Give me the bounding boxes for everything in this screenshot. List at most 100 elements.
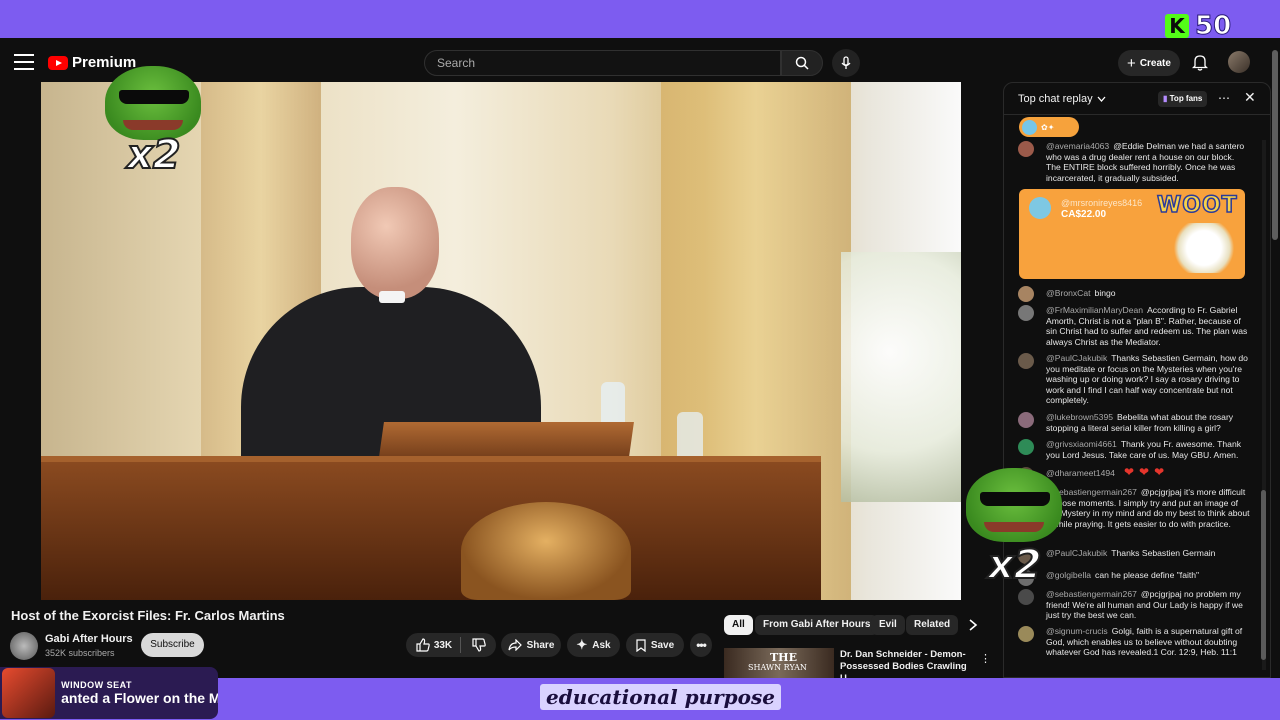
kick-badge: K 50: [1165, 11, 1265, 42]
ask-button[interactable]: ✦ Ask: [567, 633, 620, 657]
share-arrow-icon: [507, 639, 522, 651]
superchat-avatar: [1029, 197, 1051, 219]
more-vertical-icon[interactable]: ⋮: [980, 652, 991, 665]
like-count: 33K: [433, 639, 453, 651]
message-text: can he please define "faith": [1095, 570, 1200, 580]
chat-message: @avemaria4063 @Eddie Delman we had a sant…: [1018, 141, 1250, 183]
microphone-icon: [841, 56, 851, 69]
search-button[interactable]: [781, 50, 823, 76]
superchat-sticker: [1169, 223, 1239, 273]
chat-message: @BronxCat bingo: [1018, 286, 1250, 302]
ticker-avatar: [1022, 119, 1037, 135]
message-text: Thanks Sebastien Germain: [1111, 548, 1216, 558]
chat-message: @lukebrown5395 Bebelita what about the ro…: [1018, 412, 1250, 433]
message-author[interactable]: @avemaria4063: [1046, 141, 1109, 151]
plus-icon: +: [1127, 54, 1136, 72]
share-button[interactable]: Share: [501, 633, 561, 657]
filter-chip-related[interactable]: Related: [906, 615, 959, 635]
filter-chip-from-channel[interactable]: From Gabi After Hours: [755, 615, 879, 635]
live-chat-panel: Top chat replay ▮ Top fans ⋯ ✕ ✿✦ @avema…: [1003, 82, 1271, 678]
superchat-sticker-text: WOOT: [1156, 192, 1238, 219]
more-actions-button[interactable]: •••: [690, 633, 712, 657]
save-label: Save: [650, 639, 675, 651]
pepe-emote-right: x2: [966, 468, 1066, 589]
video-title: Host of the Exorcist Files: Fr. Carlos M…: [11, 608, 285, 623]
now-playing-artist: WINDOW SEAT: [61, 680, 132, 690]
eagle-carving: [461, 502, 631, 600]
save-button[interactable]: Save: [626, 633, 684, 657]
ticker-emote-icon: ✿✦: [1041, 122, 1055, 132]
thumbs-down-icon[interactable]: [472, 638, 486, 652]
sparkle-icon: ✦: [576, 637, 588, 652]
chart-icon: ▮: [1163, 94, 1168, 103]
notifications-bell-icon[interactable]: [1192, 53, 1208, 71]
ask-label: Ask: [592, 639, 611, 651]
filter-chip-all[interactable]: All: [724, 615, 753, 635]
heart-emoji-icon: ❤: [1139, 465, 1150, 479]
heart-emoji-icon: ❤: [1154, 465, 1165, 479]
superchat-ticker[interactable]: ✿✦: [1019, 117, 1079, 137]
stream-overlay-top-bar: [0, 0, 1280, 38]
superchat-author[interactable]: @mrsronireyes8416: [1061, 198, 1142, 208]
chat-more-icon[interactable]: ⋯: [1218, 91, 1230, 105]
chat-mode-dropdown[interactable]: Top chat replay: [1018, 93, 1106, 105]
kick-logo-icon: K: [1165, 14, 1189, 38]
pepe-emote-left: x2: [105, 66, 205, 186]
album-art: [2, 668, 56, 718]
thumbnail-subtext: SHAWN RYAN: [748, 663, 807, 672]
user-avatar: [1018, 353, 1034, 369]
superchat-card: @mrsronireyes8416 CA$22.00 WOOT: [1019, 189, 1245, 279]
message-author[interactable]: @sebastiengermain267: [1046, 589, 1137, 599]
account-avatar[interactable]: [1228, 51, 1250, 73]
message-author[interactable]: @signum-crucis: [1046, 626, 1108, 636]
now-playing-title: anted a Flower on the M: [61, 690, 218, 706]
overlay-caption: educational purpose: [540, 684, 781, 710]
user-avatar: [1018, 141, 1034, 157]
superchat-amount: CA$22.00: [1061, 209, 1107, 220]
user-avatar: [1018, 286, 1034, 302]
channel-avatar[interactable]: [10, 632, 38, 660]
search-icon: [795, 56, 809, 70]
filter-chip-evil[interactable]: Evil: [871, 615, 905, 635]
screen: K 50 Premium Search + Create x2 Host of …: [0, 0, 1280, 720]
message-text: bingo: [1094, 288, 1116, 298]
message-author[interactable]: @lukebrown5395: [1046, 412, 1113, 422]
close-icon[interactable]: ✕: [1244, 89, 1256, 106]
chat-message: @signum-crucis Golgi, faith is a supernat…: [1018, 626, 1250, 658]
bookmark-icon: [636, 638, 646, 652]
subscribe-button[interactable]: Subscribe: [141, 633, 204, 657]
share-label: Share: [526, 639, 555, 651]
chat-scrollbar-thumb[interactable]: [1261, 490, 1266, 660]
search-input[interactable]: Search: [424, 50, 781, 76]
like-button[interactable]: 33K: [416, 637, 462, 653]
hamburger-menu-icon[interactable]: [14, 54, 34, 70]
voice-search-button[interactable]: [832, 49, 860, 77]
top-fans-button[interactable]: ▮ Top fans: [1158, 91, 1208, 107]
chat-message: @grivsxiaomi4661 Thank you Fr. awesome. T…: [1018, 439, 1250, 460]
chat-title: Top chat replay: [1018, 93, 1093, 105]
chevron-down-icon: [1097, 96, 1106, 102]
channel-name[interactable]: Gabi After Hours: [45, 633, 133, 645]
user-avatar: [1018, 305, 1034, 321]
user-avatar: [1018, 589, 1034, 605]
message-author[interactable]: @grivsxiaomi4661: [1046, 439, 1117, 449]
like-dislike-group: 33K: [406, 633, 496, 657]
message-author[interactable]: @PaulCJakubik: [1046, 353, 1107, 363]
create-button[interactable]: + Create: [1118, 50, 1180, 76]
pulpit: [41, 462, 821, 600]
more-horizontal-icon: •••: [696, 638, 707, 652]
emote-multiplier: x2: [987, 541, 1043, 589]
message-author[interactable]: @FrMaximilianMaryDean: [1046, 305, 1143, 315]
user-avatar: [1018, 412, 1034, 428]
chat-message: @FrMaximilianMaryDean According to Fr. Ga…: [1018, 305, 1250, 347]
user-avatar: [1018, 439, 1034, 455]
chat-header: Top chat replay ▮ Top fans ⋯ ✕: [1004, 83, 1270, 115]
heart-emoji-icon: ❤: [1123, 465, 1134, 479]
now-playing-card: WINDOW SEAT anted a Flower on the M: [0, 667, 218, 719]
kick-count: 50: [1194, 11, 1232, 42]
chevron-right-icon[interactable]: [968, 618, 978, 632]
sunglasses-icon: [980, 492, 1050, 506]
emote-multiplier: x2: [126, 131, 182, 179]
message-author[interactable]: @BronxCat: [1046, 288, 1091, 298]
page-scrollbar[interactable]: [1272, 50, 1278, 240]
